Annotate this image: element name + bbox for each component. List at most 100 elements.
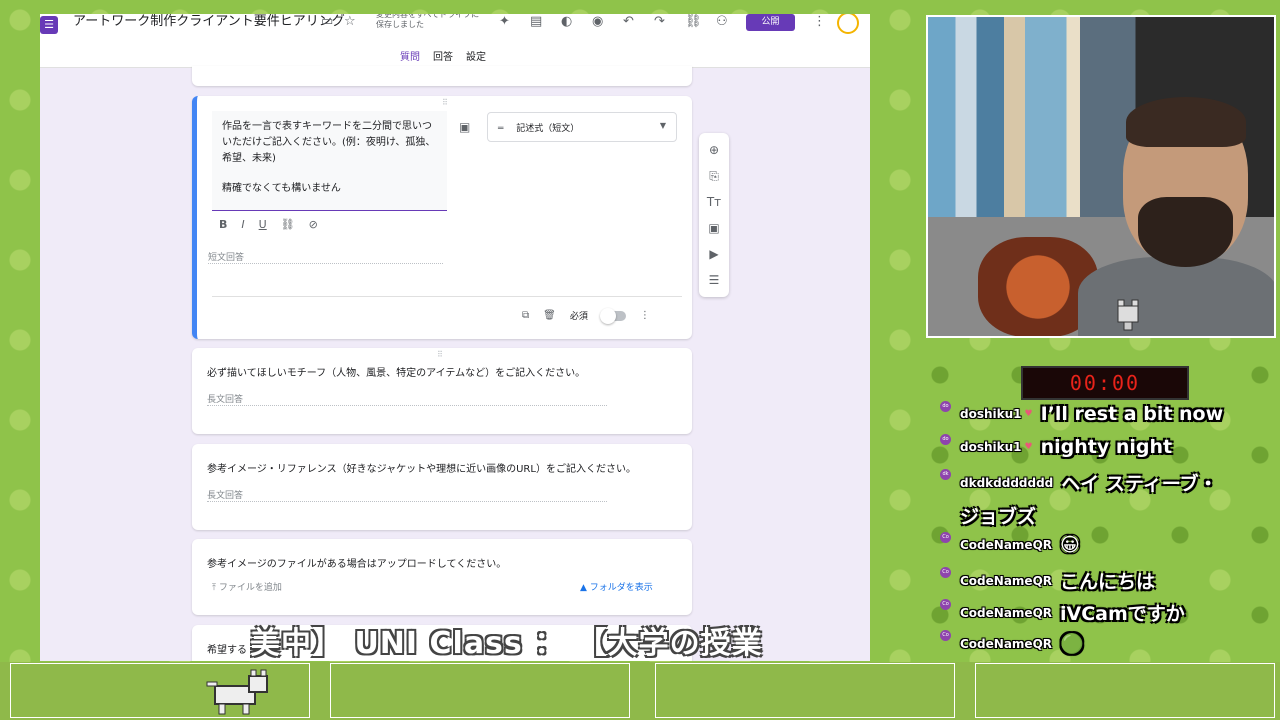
italic-icon[interactable]: I <box>241 218 244 231</box>
drag-handle-icon[interactable]: ⠿ <box>442 98 449 107</box>
chat-badge-icon: dk <box>940 469 951 480</box>
chat-badge-icon: Co <box>940 630 951 641</box>
short-answer-icon: ═ <box>498 124 504 134</box>
chat-badge-icon: Co <box>940 567 951 578</box>
add-image-icon[interactable]: ▣ <box>708 219 719 237</box>
chat-username: doshiku1 <box>960 440 1022 454</box>
star-icon[interactable]: ☆ <box>344 14 356 30</box>
bottom-panel <box>655 663 955 718</box>
more-menu-icon[interactable]: ⋮ <box>813 14 826 30</box>
chat-emoji: 🟢 <box>1060 633 1084 655</box>
chat-text: ジョブズ <box>960 506 1037 528</box>
forms-logo-icon[interactable]: ☰ <box>40 16 58 34</box>
countdown-timer: 00:00 <box>1021 366 1189 400</box>
forms-editor: ☰ アートワーク制作クライアント要件ヒアリング ▭ ☆ 変更内容をすべてドライブ… <box>40 14 870 661</box>
chat-message: Co CodeNameQR iVCamですか <box>940 599 1185 626</box>
add-title-icon[interactable]: Tт <box>707 193 721 211</box>
format-toolbar: B I U ⛓ ⊘ <box>219 218 318 231</box>
question-card[interactable]: ⠿ 必ず描いてほしいモチーフ（人物、風景、特定のアイテムなど）をご記入ください。… <box>192 348 692 434</box>
chat-text: ヘイ スティーブ・ <box>1061 473 1218 495</box>
dropdown-caret-icon: ▼ <box>659 121 666 130</box>
stream-ticker: 美中】 UNI Class ： 【大学の授業 <box>250 626 763 661</box>
chat-badge-icon: Co <box>940 531 951 543</box>
long-answer-placeholder: 長文回答 <box>207 488 607 502</box>
publish-button[interactable]: 公開 <box>746 14 795 31</box>
bold-icon[interactable]: B <box>219 218 227 231</box>
chat-badge-icon: Co <box>940 599 951 610</box>
bottom-panel <box>975 663 1275 718</box>
redo-icon[interactable]: ↷ <box>654 14 665 30</box>
underline-icon[interactable]: U <box>259 218 267 231</box>
question-title: 必ず描いてほしいモチーフ（人物、風景、特定のアイテムなど）をご記入ください。 <box>207 368 586 379</box>
question-title-input[interactable]: 作品を一言で表すキーワードを二分間で思いついただけご記入ください。(例：夜明け、… <box>212 111 447 211</box>
chat-username: CodeNameQR <box>960 538 1053 552</box>
forms-header: ☰ アートワーク制作クライアント要件ヒアリング ▭ ☆ 変更内容をすべてドライブ… <box>40 14 870 69</box>
addon-icon[interactable]: ✦ <box>499 14 510 30</box>
chat-username: CodeNameQR <box>960 573 1053 588</box>
required-label: 必須 <box>569 312 588 322</box>
undo-icon[interactable]: ↶ <box>623 14 634 30</box>
chat-message: do doshiku1 ♥ I’ll rest a bit now <box>940 400 1224 425</box>
clear-format-icon[interactable]: ⊘ <box>309 218 318 231</box>
import-questions-icon[interactable]: ⎘ <box>709 167 719 185</box>
webcam-feed <box>926 15 1276 338</box>
card-divider <box>212 296 682 297</box>
chat-text: nighty night <box>1040 436 1173 458</box>
chat-message-continued: ジョブズ <box>960 502 1036 529</box>
chat-message: Co CodeNameQR 🟢 <box>940 630 1084 655</box>
ticker-clip: 美中】 UNI Class ： 【大学の授業 <box>250 612 795 662</box>
chat-username: CodeNameQR <box>960 636 1053 651</box>
question-title: 参考イメージ・リファレンス（好きなジャケットや理想に近い画像のURL）をご記入く… <box>207 464 636 475</box>
question-text-line1: 作品を一言で表すキーワードを二分間で思いついただけご記入ください。(例：夜明け、… <box>222 121 436 164</box>
link-icon[interactable]: ⛓ <box>281 218 295 231</box>
long-answer-placeholder: 長文回答 <box>207 392 607 406</box>
add-file-button[interactable]: ⤒ ファイルを追加 <box>212 580 282 593</box>
previous-question-card[interactable] <box>192 66 692 86</box>
add-video-icon[interactable]: ▶ <box>709 245 718 263</box>
question-type-label: 記述式（短文） <box>516 124 580 134</box>
chat-badge-icon: do <box>940 400 951 412</box>
delete-icon[interactable]: 🗑 <box>543 310 556 321</box>
bottom-panel <box>330 663 630 718</box>
chat-text: iVCamですか <box>1060 603 1185 625</box>
question-card[interactable]: 参考イメージ・リファレンス（好きなジャケットや理想に近い画像のURL）をご記入く… <box>192 444 692 530</box>
avatar[interactable] <box>837 14 859 34</box>
question-text-line2: 精確でなくても構いません <box>222 183 341 194</box>
sheets-icon[interactable]: ▤ <box>530 14 542 30</box>
question-title: 希望する <box>207 645 247 656</box>
question-card[interactable]: 参考イメージのファイルがある場合はアップロードしてください。 ⤒ ファイルを追加… <box>192 539 692 615</box>
pixel-cat-icon <box>206 669 268 715</box>
chat-username: CodeNameQR <box>960 605 1053 620</box>
person-beard <box>1138 197 1233 267</box>
active-question-card[interactable]: ⠿ 作品を一言で表すキーワードを二分間で思いついただけご記入ください。(例：夜明… <box>192 96 692 339</box>
insert-image-icon[interactable]: ▣ <box>459 120 470 134</box>
more-options-icon[interactable]: ⋮ <box>640 310 650 321</box>
chat-message: Co CodeNameQR こんにちは <box>940 567 1155 594</box>
add-collaborator-icon[interactable]: ⚇ <box>716 14 728 30</box>
person-shirt <box>1078 257 1274 336</box>
link-icon[interactable]: ⛓ <box>685 14 702 30</box>
chat-text: こんにちは <box>1060 571 1156 593</box>
floating-toolbar: ⊕ ⎘ Tт ▣ ▶ ☰ <box>699 133 729 297</box>
preview-icon[interactable]: ◉ <box>592 14 603 30</box>
form-title[interactable]: アートワーク制作クライアント要件ヒアリング <box>73 14 345 30</box>
palette-icon[interactable]: ◐ <box>561 14 572 30</box>
person-hair <box>1126 97 1246 147</box>
chat-username: doshiku1 <box>960 407 1022 421</box>
add-question-icon[interactable]: ⊕ <box>709 141 719 159</box>
folder-icon[interactable]: ▭ <box>321 14 333 30</box>
drag-handle-icon[interactable]: ⠿ <box>437 350 444 359</box>
card-footer: ⧉ 🗑 必須 ⋮ <box>522 307 650 324</box>
question-type-select[interactable]: ═ 記述式（短文） ▼ <box>487 112 677 142</box>
chat-message: do doshiku1 ♥ nighty night <box>940 433 1173 458</box>
pixel-cat-icon <box>1117 299 1139 331</box>
chat-text: I’ll rest a bit now <box>1040 403 1224 425</box>
duplicate-icon[interactable]: ⧉ <box>522 310 529 321</box>
heart-icon: ♥ <box>1024 442 1033 452</box>
view-folder-link[interactable]: ▲ フォルダを表示 <box>580 580 653 593</box>
question-title: 参考イメージのファイルがある場合はアップロードしてください。 <box>207 559 507 570</box>
required-toggle[interactable] <box>599 307 626 324</box>
short-answer-placeholder: 短文回答 <box>208 250 443 264</box>
add-section-icon[interactable]: ☰ <box>709 271 720 289</box>
chat-message: dk dkdkddddddd ヘイ スティーブ・ <box>940 469 1218 496</box>
